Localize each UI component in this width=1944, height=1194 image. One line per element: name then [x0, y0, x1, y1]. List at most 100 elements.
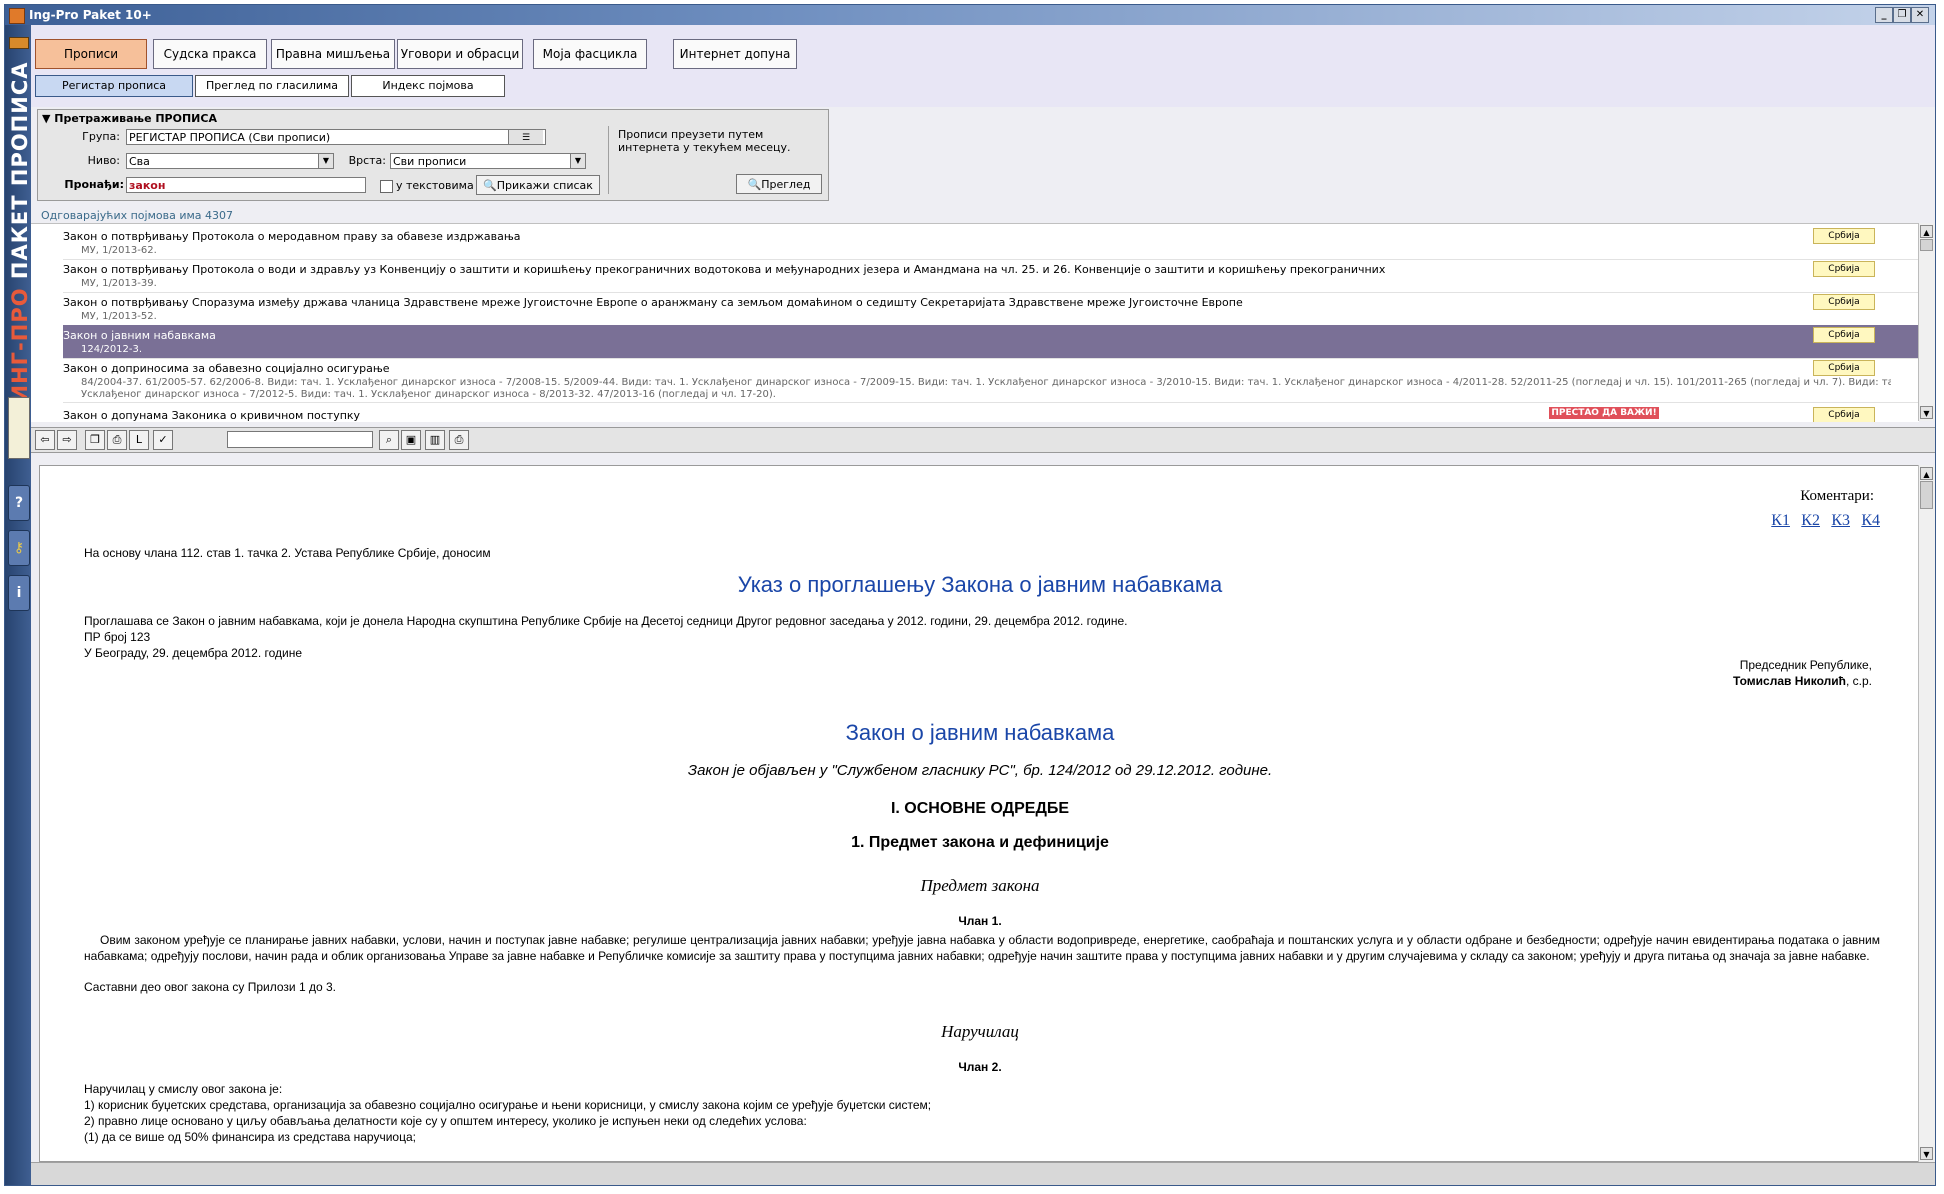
status-bar — [31, 1162, 1935, 1185]
forward-arrow-icon[interactable]: ⇨ — [57, 430, 77, 450]
find-label: Пронађи: — [64, 178, 124, 191]
section-heading: Наручилац — [941, 1022, 1019, 1041]
article-line: 2) правно лице основано у циљу обављања … — [84, 1114, 807, 1128]
in-texts-checkbox[interactable] — [380, 180, 393, 193]
document-viewer: Коментари: К1 К2 К3 К4 На основу члана 1… — [39, 465, 1921, 1162]
scroll-down-icon[interactable]: ▼ — [1920, 406, 1933, 419]
scroll-up-icon[interactable]: ▲ — [1920, 467, 1933, 480]
scroll-thumb[interactable] — [1920, 481, 1933, 509]
list-item[interactable]: Закон о доприносима за обавезно социјалн… — [63, 358, 1919, 403]
print-icon[interactable]: ⎙ — [449, 430, 469, 450]
minimize-button[interactable]: _ — [1875, 7, 1893, 23]
comments-label: Коментари: — [1800, 488, 1874, 504]
key-icon[interactable]: ⚷ — [8, 530, 30, 566]
tree-list-icon[interactable]: ☰ — [508, 130, 543, 144]
type-label: Врста: — [348, 154, 386, 167]
list-item[interactable]: Закон о потврђивању Споразума између држ… — [63, 292, 1919, 326]
group-label: Група: — [82, 130, 120, 143]
print-preview-icon[interactable]: ⎙ — [107, 430, 127, 450]
l-button[interactable]: L — [129, 430, 149, 450]
preview-button[interactable]: 🔍Преглед — [736, 174, 822, 194]
search-icon[interactable]: ⌕ — [379, 430, 399, 450]
article-text-2: Саставни део овог закона су Прилози 1 до… — [84, 980, 336, 994]
tab-internet-dopuna[interactable]: Интернет допуна — [673, 39, 797, 69]
preamble: На основу члана 112. став 1. тачка 2. Ус… — [84, 546, 491, 560]
comment-link-k4[interactable]: К4 — [1861, 512, 1880, 529]
tab-pravna-misljenja[interactable]: Правна мишљења — [271, 39, 395, 69]
publication-note: Закон је објављен у "Службеном гласнику … — [687, 762, 1273, 779]
section-heading: Предмет закона — [920, 876, 1040, 895]
scroll-up-icon[interactable]: ▲ — [1920, 225, 1933, 238]
region-badge: Србија — [1813, 228, 1875, 244]
subtab-pregled-glasila[interactable]: Преглед по гласилима — [195, 75, 349, 97]
comment-link-k3[interactable]: К3 — [1831, 512, 1850, 529]
group-field[interactable]: РЕГИСТАР ПРОПИСА (Сви прописи) ☰ — [126, 129, 546, 145]
brand-logo: ИНГ-ПРО ПАКЕТ ПРОПИСА — [8, 61, 32, 403]
copy-icon[interactable]: ❐ — [85, 430, 105, 450]
region-badge: Србија — [1813, 261, 1875, 277]
help-icon[interactable]: ? — [8, 485, 30, 521]
columns-icon[interactable]: ▥ — [425, 430, 445, 450]
show-list-button[interactable]: 🔍Прикажи списак — [476, 175, 600, 195]
scroll-down-icon[interactable]: ▼ — [1920, 1147, 1933, 1160]
article-line: Наручилац у смислу овог закона је: — [84, 1082, 283, 1096]
results-list: Закон о потврђивању Протокола о меродавн… — [31, 223, 1919, 422]
result-count: Одговарајућих појмова има 4307 — [41, 209, 234, 222]
document-toolbar: ⇦ ⇨ ❐ ⎙ L ✓ ⌕ ▣ ▥ ⎙ — [31, 427, 1935, 453]
search-header[interactable]: ▼ Претраживање ПРОПИСА — [42, 112, 217, 125]
list-item[interactable]: Закон о потврђивању Протокола о води и з… — [63, 259, 1919, 293]
close-button[interactable]: ✕ — [1911, 7, 1929, 23]
window-title: Ing-Pro Paket 10+ — [29, 8, 152, 22]
check-icon[interactable]: ✓ — [153, 430, 173, 450]
level-select[interactable]: Сва ▼ — [126, 153, 334, 169]
app-window: Ing-Pro Paket 10+ _ ❐ ✕ ИНГ-ПРО ПАКЕТ ПР… — [4, 4, 1936, 1186]
type-select[interactable]: Сви прописи ▼ — [390, 153, 586, 169]
tab-propisi[interactable]: Прописи — [35, 39, 147, 69]
info-icon[interactable]: i — [8, 575, 30, 611]
tab-moja-fascikla[interactable]: Моја фасцикла — [533, 39, 647, 69]
article-line: 1) корисник буџетских средстава, организ… — [84, 1098, 932, 1112]
law-title: Закон о јавним набавкама — [845, 720, 1115, 745]
tab-band: Прописи Судска пракса Правна мишљења Уго… — [31, 25, 1935, 107]
in-texts-label: у текстовима — [396, 179, 474, 192]
left-sidebar: ИНГ-ПРО ПАКЕТ ПРОПИСА ? ⚷ i — [5, 25, 32, 1185]
list-item[interactable]: Закон о допунама Законика о кривичном по… — [63, 405, 1919, 422]
suitcase-icon[interactable] — [9, 37, 29, 49]
region-badge: Србија — [1813, 294, 1875, 310]
tab-ugovori[interactable]: Уговори и обрасци — [397, 39, 523, 69]
subtab-registar[interactable]: Регистар прописа — [35, 75, 193, 97]
scroll-thumb[interactable] — [1920, 239, 1933, 251]
tab-sudska-praksa[interactable]: Судска пракса — [153, 39, 267, 69]
comment-link-k1[interactable]: К1 — [1771, 512, 1790, 529]
level-label: Ниво: — [87, 154, 120, 167]
article-heading: Члан 1. — [958, 914, 1002, 928]
find-input[interactable]: закон — [126, 177, 366, 193]
decree-title: Указ о проглашењу Закона о јавним набавк… — [737, 572, 1223, 597]
document-scrollbar[interactable]: ▲ ▼ — [1918, 465, 1935, 1162]
app-icon — [9, 8, 25, 24]
list-item-selected[interactable]: Закон о јавним набавкама 124/2012-3. Срб… — [63, 325, 1919, 359]
article-line: (1) да се више од 50% финансира из средс… — [84, 1130, 416, 1144]
restore-button[interactable]: ❐ — [1893, 7, 1911, 23]
subtab-indeks[interactable]: Индекс појмова — [351, 75, 505, 97]
chevron-down-icon: ▼ — [318, 154, 333, 168]
title-bar: Ing-Pro Paket 10+ _ ❐ ✕ — [5, 5, 1935, 25]
decree-line-2: ПР број 123 — [84, 630, 151, 644]
article-heading: Члан 2. — [958, 1060, 1002, 1074]
internet-note: Прописи преузети путем интернета у текућ… — [618, 128, 791, 154]
comment-links: К1 К2 К3 К4 — [1763, 512, 1880, 530]
chevron-down-icon: ▼ — [570, 154, 585, 168]
back-arrow-icon[interactable]: ⇦ — [35, 430, 55, 450]
region-badge: Србија — [1813, 327, 1875, 343]
search-panel: ▼ Претраживање ПРОПИСА Група: РЕГИСТАР П… — [37, 109, 829, 201]
find-in-text-input[interactable] — [227, 431, 373, 448]
side-panel-tab[interactable] — [8, 397, 30, 459]
comment-link-k2[interactable]: К2 — [1801, 512, 1820, 529]
part-heading: I. ОСНОВНЕ ОДРЕДБЕ — [890, 800, 1070, 817]
region-badge: Србија — [1813, 407, 1875, 422]
president-signature: Томислав Николић, с.р. — [1733, 674, 1872, 688]
window-icon[interactable]: ▣ — [401, 430, 421, 450]
results-scrollbar[interactable]: ▲ ▼ — [1918, 223, 1935, 421]
list-item[interactable]: Закон о потврђивању Протокола о меродавн… — [63, 226, 1919, 260]
search-icon: 🔍 — [483, 179, 497, 192]
